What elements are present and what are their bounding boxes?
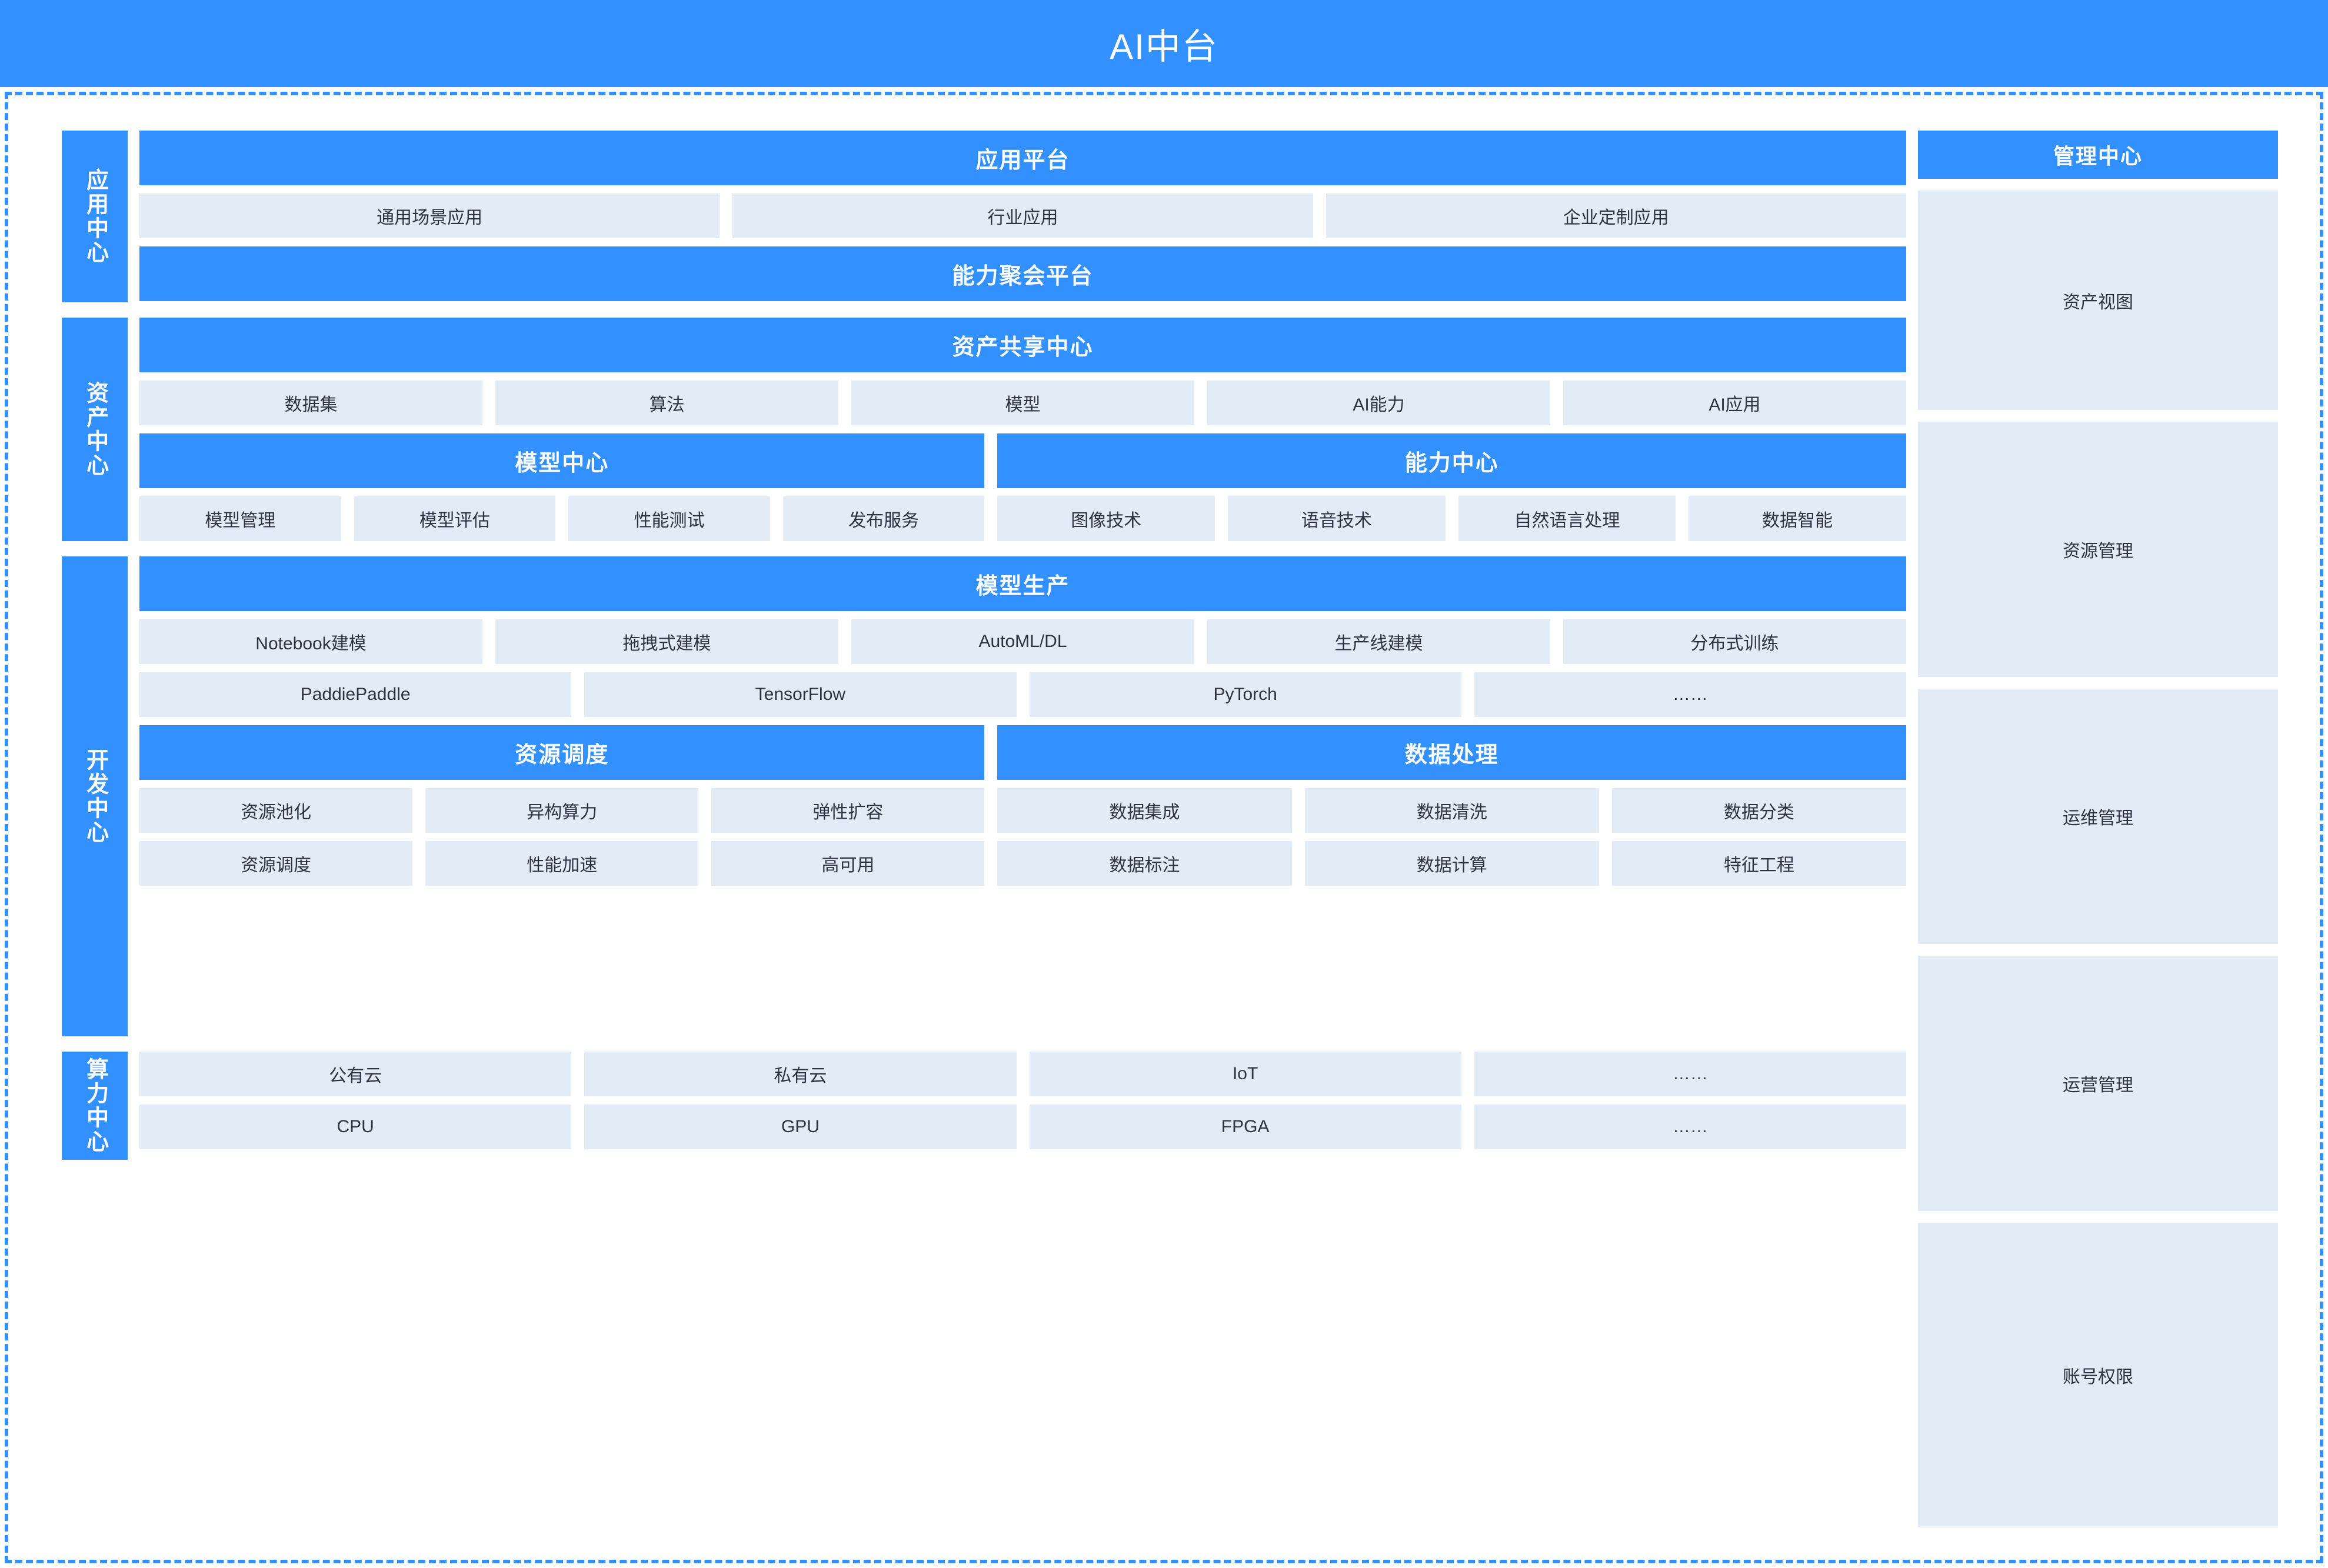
mgmt-card-asset-view[interactable]: 资产视图 <box>1918 191 2278 410</box>
chip-infra-more[interactable]: …… <box>1474 1052 1906 1096</box>
tier-compute-center: 算力中心 公有云 私有云 IoT …… CPU GPU FPGA …… <box>62 1052 1906 1160</box>
app-banner: AI中台 <box>0 0 2328 87</box>
mgmt-card-operation-management[interactable]: 运营管理 <box>1918 956 2278 1211</box>
chip-dataset[interactable]: 数据集 <box>139 381 482 425</box>
band-data-processing[interactable]: 数据处理 <box>997 725 1906 780</box>
chip-resource-pooling[interactable]: 资源池化 <box>139 788 412 833</box>
band-management-center[interactable]: 管理中心 <box>1918 131 2278 179</box>
chip-resource-scheduling[interactable]: 资源调度 <box>139 841 412 886</box>
chip-drag-drop-modeling[interactable]: 拖拽式建模 <box>495 619 838 664</box>
chip-data-computation[interactable]: 数据计算 <box>1305 841 1599 886</box>
chip-speech-technology[interactable]: 语音技术 <box>1228 496 1446 541</box>
infrastructure-chip-row: 公有云 私有云 IoT …… <box>139 1052 1906 1096</box>
hardware-chip-row: CPU GPU FPGA …… <box>139 1105 1906 1149</box>
diagram-body: 应用中心 应用平台 通用场景应用 行业应用 企业定制应用 能力聚会平台 资产中心… <box>62 131 2278 1527</box>
chip-performance-acceleration[interactable]: 性能加速 <box>425 841 698 886</box>
chip-notebook-modeling[interactable]: Notebook建模 <box>139 619 482 664</box>
chip-nlp[interactable]: 自然语言处理 <box>1458 496 1676 541</box>
chip-model-evaluation[interactable]: 模型评估 <box>354 496 556 541</box>
tier-content-application-center: 应用平台 通用场景应用 行业应用 企业定制应用 能力聚会平台 <box>139 131 1906 302</box>
application-chip-row: 通用场景应用 行业应用 企业定制应用 <box>139 194 1906 238</box>
chip-performance-test[interactable]: 性能测试 <box>568 496 770 541</box>
chip-industry-app[interactable]: 行业应用 <box>732 194 1313 238</box>
management-center-column: 管理中心 资产视图 资源管理 运维管理 运营管理 账号权限 <box>1918 131 2278 1527</box>
band-application-platform[interactable]: 应用平台 <box>139 131 1906 185</box>
chip-pytorch[interactable]: PyTorch <box>1030 672 1461 717</box>
band-asset-sharing-center[interactable]: 资产共享中心 <box>139 318 1906 372</box>
framework-chip-row: PaddiePaddle TensorFlow PyTorch …… <box>139 672 1906 717</box>
chip-private-cloud[interactable]: 私有云 <box>584 1052 1016 1096</box>
mgmt-card-account-permission[interactable]: 账号权限 <box>1918 1223 2278 1527</box>
band-capability-center[interactable]: 能力中心 <box>997 433 1906 488</box>
chip-publish-service[interactable]: 发布服务 <box>783 496 985 541</box>
chip-automl-dl[interactable]: AutoML/DL <box>851 619 1194 664</box>
chip-iot[interactable]: IoT <box>1030 1052 1461 1096</box>
tier-asset-center: 资产中心 资产共享中心 数据集 算法 模型 AI能力 AI应用 模型中心 模型管… <box>62 318 1906 541</box>
chip-data-classification[interactable]: 数据分类 <box>1612 788 1906 833</box>
chip-distributed-training[interactable]: 分布式训练 <box>1563 619 1906 664</box>
band-model-center[interactable]: 模型中心 <box>139 433 984 488</box>
development-split-row: 资源调度 资源池化 异构算力 弹性扩容 资源调度 性能加速 高可用 <box>139 725 1906 886</box>
chip-ai-application[interactable]: AI应用 <box>1563 381 1906 425</box>
chip-data-integration[interactable]: 数据集成 <box>997 788 1291 833</box>
tier-label-application-center: 应用中心 <box>62 131 128 302</box>
tier-label-compute-center: 算力中心 <box>62 1052 128 1160</box>
chip-algorithm[interactable]: 算法 <box>495 381 838 425</box>
chip-pipeline-modeling[interactable]: 生产线建模 <box>1207 619 1550 664</box>
band-model-production[interactable]: 模型生产 <box>139 556 1906 611</box>
capability-center-chip-row: 图像技术 语音技术 自然语言处理 数据智能 <box>997 496 1906 541</box>
tier-development-center: 开发中心 模型生产 Notebook建模 拖拽式建模 AutoML/DL 生产线… <box>62 556 1906 1036</box>
chip-public-cloud[interactable]: 公有云 <box>139 1052 571 1096</box>
resource-scheduling-group: 资源调度 资源池化 异构算力 弹性扩容 资源调度 性能加速 高可用 <box>139 725 984 886</box>
chip-tensorflow[interactable]: TensorFlow <box>584 672 1016 717</box>
chip-general-scenario-app[interactable]: 通用场景应用 <box>139 194 720 238</box>
mgmt-card-resource-management[interactable]: 资源管理 <box>1918 422 2278 677</box>
chip-data-cleaning[interactable]: 数据清洗 <box>1305 788 1599 833</box>
model-center-group: 模型中心 模型管理 模型评估 性能测试 发布服务 <box>139 433 984 541</box>
chip-paddlepaddle[interactable]: PaddiePaddle <box>139 672 571 717</box>
chip-image-technology[interactable]: 图像技术 <box>997 496 1215 541</box>
tier-label-development-center: 开发中心 <box>62 556 128 1036</box>
data-processing-group: 数据处理 数据集成 数据清洗 数据分类 数据标注 数据计算 特征工程 <box>997 725 1906 886</box>
chip-data-annotation[interactable]: 数据标注 <box>997 841 1291 886</box>
chip-enterprise-custom-app[interactable]: 企业定制应用 <box>1326 194 1906 238</box>
chip-fpga[interactable]: FPGA <box>1030 1105 1461 1149</box>
asset-chip-row: 数据集 算法 模型 AI能力 AI应用 <box>139 381 1906 425</box>
tier-content-compute-center: 公有云 私有云 IoT …… CPU GPU FPGA …… <box>139 1052 1906 1160</box>
tier-column: 应用中心 应用平台 通用场景应用 行业应用 企业定制应用 能力聚会平台 资产中心… <box>62 131 1906 1527</box>
tier-content-development-center: 模型生产 Notebook建模 拖拽式建模 AutoML/DL 生产线建模 分布… <box>139 556 1906 1036</box>
chip-ai-capability[interactable]: AI能力 <box>1207 381 1550 425</box>
scheduling-chip-row-2: 资源调度 性能加速 高可用 <box>139 841 984 886</box>
asset-split-row: 模型中心 模型管理 模型评估 性能测试 发布服务 能力中心 图像技术 语音技术 <box>139 433 1906 541</box>
band-capability-aggregation-platform[interactable]: 能力聚会平台 <box>139 246 1906 301</box>
chip-framework-more[interactable]: …… <box>1474 672 1906 717</box>
chip-high-availability[interactable]: 高可用 <box>711 841 984 886</box>
band-resource-scheduling[interactable]: 资源调度 <box>139 725 984 780</box>
chip-gpu[interactable]: GPU <box>584 1105 1016 1149</box>
chip-data-intelligence[interactable]: 数据智能 <box>1688 496 1906 541</box>
data-processing-chip-row-1: 数据集成 数据清洗 数据分类 <box>997 788 1906 833</box>
tier-label-asset-center: 资产中心 <box>62 318 128 541</box>
tier-application-center: 应用中心 应用平台 通用场景应用 行业应用 企业定制应用 能力聚会平台 <box>62 131 1906 302</box>
tier-content-asset-center: 资产共享中心 数据集 算法 模型 AI能力 AI应用 模型中心 模型管理 模型评… <box>139 318 1906 541</box>
chip-cpu[interactable]: CPU <box>139 1105 571 1149</box>
chip-heterogeneous-compute[interactable]: 异构算力 <box>425 788 698 833</box>
chip-elastic-scaling[interactable]: 弹性扩容 <box>711 788 984 833</box>
chip-model-management[interactable]: 模型管理 <box>139 496 341 541</box>
data-processing-chip-row-2: 数据标注 数据计算 特征工程 <box>997 841 1906 886</box>
chip-model[interactable]: 模型 <box>851 381 1194 425</box>
page-title: AI中台 <box>1110 18 1218 69</box>
chip-hardware-more[interactable]: …… <box>1474 1105 1906 1149</box>
capability-center-group: 能力中心 图像技术 语音技术 自然语言处理 数据智能 <box>997 433 1906 541</box>
model-center-chip-row: 模型管理 模型评估 性能测试 发布服务 <box>139 496 984 541</box>
mgmt-card-ops-management[interactable]: 运维管理 <box>1918 689 2278 944</box>
modeling-chip-row: Notebook建模 拖拽式建模 AutoML/DL 生产线建模 分布式训练 <box>139 619 1906 664</box>
scheduling-chip-row-1: 资源池化 异构算力 弹性扩容 <box>139 788 984 833</box>
chip-feature-engineering[interactable]: 特征工程 <box>1612 841 1906 886</box>
